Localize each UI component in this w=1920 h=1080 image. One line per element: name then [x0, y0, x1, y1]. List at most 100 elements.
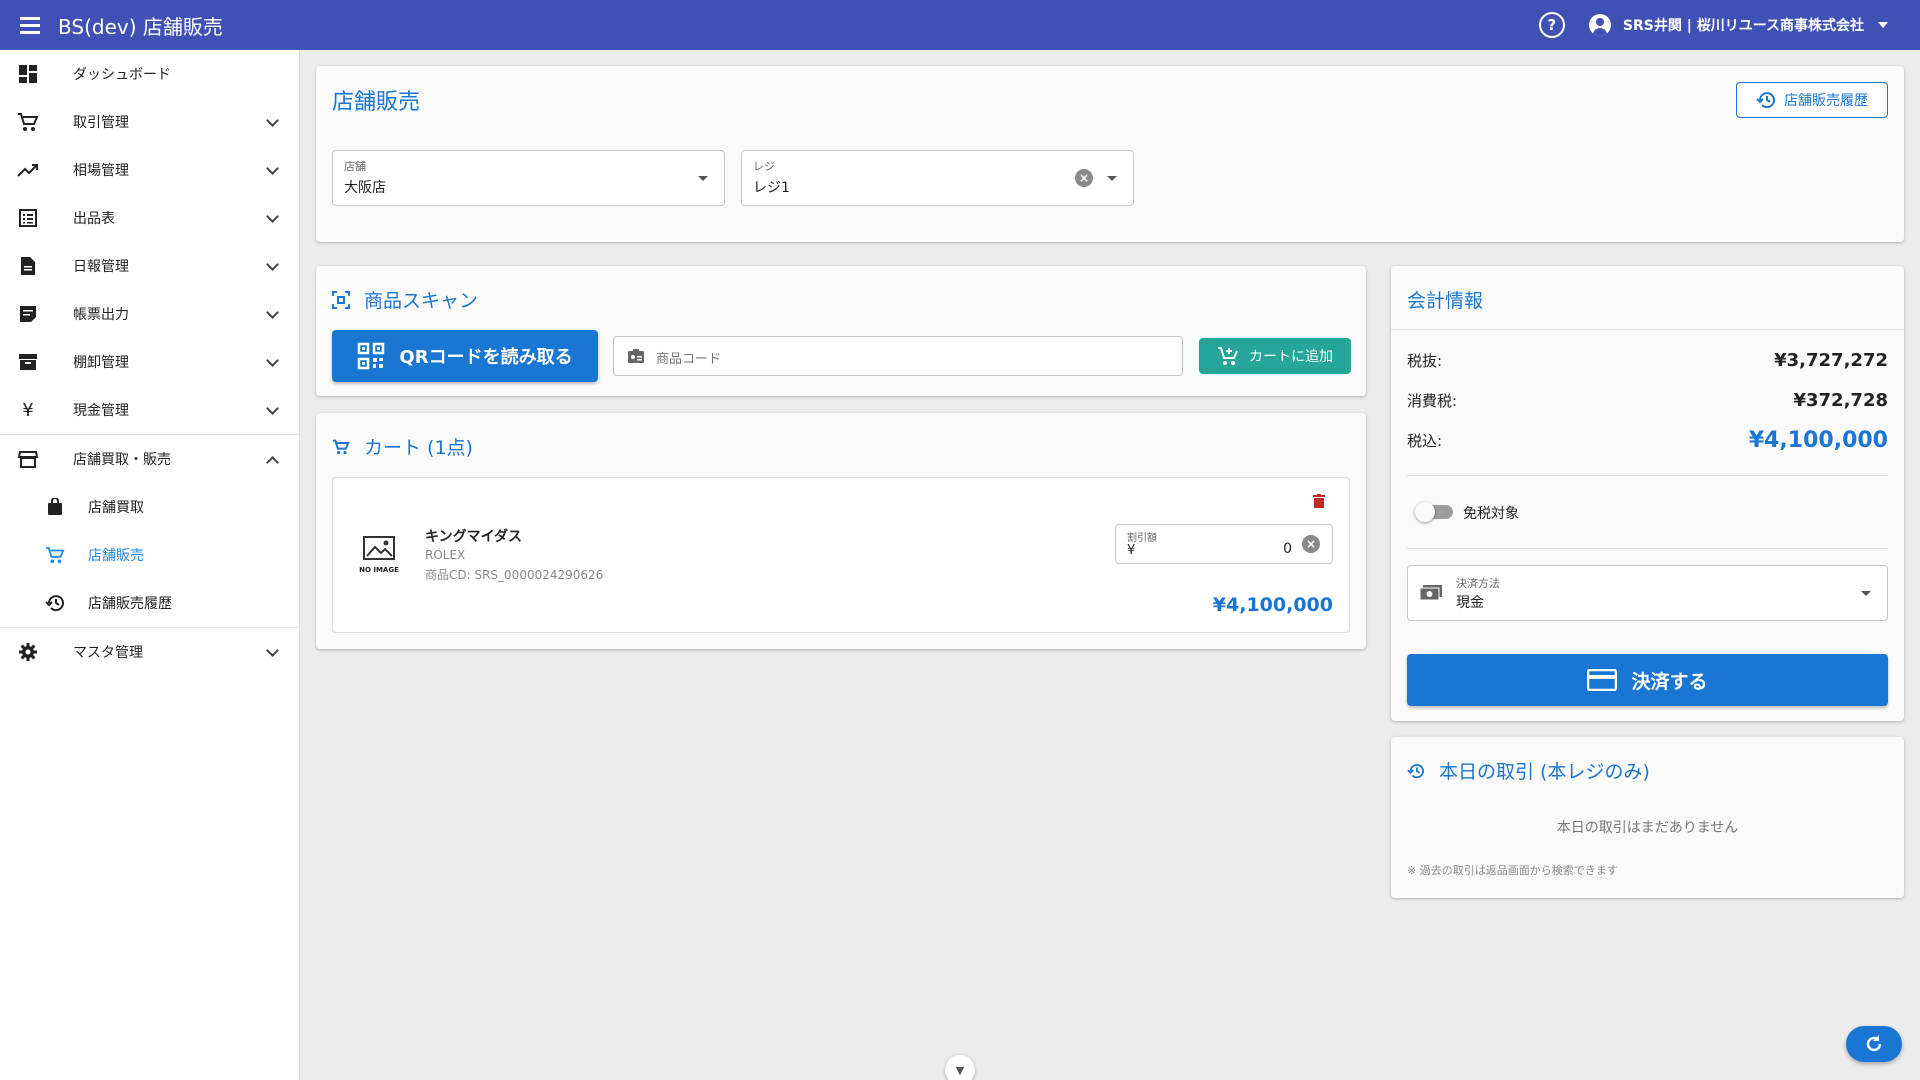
history-icon	[44, 592, 66, 614]
chevron-down-icon	[266, 114, 279, 127]
scan-card: 商品スキャン QRコードを読み取る 商品コード カートに追加	[316, 266, 1366, 396]
user-name[interactable]: SRS井関 | 桜川リユース商事株式会社	[1623, 15, 1864, 35]
scan-title: 商品スキャン	[332, 286, 478, 313]
divider	[1407, 475, 1888, 476]
payment-method-label: 決済方法	[1456, 577, 1500, 590]
cart-title-text: カート (1点)	[364, 437, 473, 459]
discount-label: 割引額	[1127, 533, 1157, 544]
header-card: 店舗販売 店舗販売履歴 店舗 大阪店 レジ レジ1 ×	[316, 66, 1904, 242]
dropdown-caret-icon	[1861, 591, 1871, 596]
dashboard-icon	[17, 63, 39, 85]
image-icon	[355, 536, 403, 564]
tax-free-toggle[interactable]	[1415, 502, 1453, 522]
qr-code-icon	[357, 342, 385, 370]
sidebar-item-label: 日報管理	[73, 259, 129, 275]
store-icon	[17, 448, 39, 470]
sidebar-subitem-sale-history[interactable]: 店舗販売履歴	[0, 579, 299, 627]
qr-read-button[interactable]: QRコードを読み取る	[332, 330, 598, 382]
subtotal-row: 税抜: ¥3,727,272	[1407, 350, 1888, 371]
item-name: キングマイダス	[425, 529, 523, 545]
register-select[interactable]: レジ レジ1 ×	[741, 150, 1134, 206]
add-to-cart-button[interactable]: カートに追加	[1199, 338, 1351, 374]
discount-input[interactable]: 割引額 ¥ 0 ×	[1115, 524, 1333, 564]
refresh-button[interactable]	[1846, 1026, 1902, 1062]
accounting-card: 会計情報 税抜: ¥3,727,272 消費税: ¥372,728 税込: ¥4…	[1391, 266, 1904, 721]
today-title-text: 本日の取引 (本レジのみ)	[1439, 761, 1650, 783]
total-label: 税込:	[1407, 432, 1443, 450]
sidebar-subitem-label: 店舗買取	[88, 500, 144, 516]
sidebar-item-label: 店舗買取・販売	[73, 452, 171, 468]
archive-icon	[17, 351, 39, 373]
sidebar-item-listing[interactable]: 出品表	[0, 194, 299, 242]
delete-icon[interactable]	[1313, 494, 1325, 508]
note-icon	[17, 303, 39, 325]
sidebar-item-label: 現金管理	[73, 403, 129, 419]
pay-button-label: 決済する	[1631, 670, 1708, 693]
cart-title: カート (1点)	[332, 433, 473, 460]
cart-item: NO IMAGE キングマイダス ROLEX 商品CD: SRS_0000024…	[332, 477, 1350, 633]
product-code-input[interactable]: 商品コード	[613, 336, 1183, 376]
menu-icon[interactable]	[16, 11, 44, 39]
document-icon	[17, 255, 39, 277]
list-icon	[17, 207, 39, 229]
refresh-icon	[1864, 1034, 1884, 1054]
payment-method-value: 現金	[1456, 595, 1484, 611]
cash-icon	[1420, 585, 1442, 601]
sidebar-item-cash[interactable]: ¥ 現金管理	[0, 386, 299, 434]
trending-up-icon	[17, 159, 39, 181]
sidebar-subitem-store-buy[interactable]: 店舗買取	[0, 483, 299, 531]
no-image-placeholder: NO IMAGE	[355, 536, 403, 576]
dropdown-caret-icon	[1107, 176, 1117, 181]
account-circle-icon[interactable]	[1588, 14, 1611, 36]
tax-row: 消費税: ¥372,728	[1407, 390, 1888, 411]
pay-button[interactable]: 決済する	[1407, 654, 1888, 706]
sale-history-button-label: 店舗販売履歴	[1784, 93, 1868, 109]
sidebar-item-forms[interactable]: 帳票出力	[0, 290, 299, 338]
product-code-placeholder: 商品コード	[656, 352, 722, 367]
subtotal-label: 税抜:	[1407, 352, 1443, 370]
sidebar-subitem-store-sale[interactable]: 店舗販売	[0, 531, 299, 579]
help-icon[interactable]: ?	[1538, 12, 1565, 38]
sidebar-item-store-trade[interactable]: 店舗買取・販売	[0, 435, 299, 483]
register-select-value: レジ1	[753, 180, 790, 196]
clear-icon[interactable]: ×	[1302, 535, 1320, 553]
discount-currency: ¥	[1127, 543, 1136, 558]
sidebar-subitem-label: 店舗販売履歴	[88, 596, 172, 612]
today-empty-text: 本日の取引はまだありません	[1556, 820, 1739, 836]
clear-icon[interactable]: ×	[1075, 169, 1093, 187]
shopping-bag-icon	[44, 496, 66, 518]
chevron-down-icon	[266, 354, 279, 367]
page-title: 店舗販売	[332, 90, 421, 115]
qr-scan-icon	[332, 290, 350, 309]
tax-free-label: 免税対象	[1463, 506, 1519, 522]
sidebar-item-transactions[interactable]: 取引管理	[0, 98, 299, 146]
item-code: 商品CD: SRS_0000024290626	[425, 568, 604, 582]
gear-icon	[17, 641, 39, 663]
chevron-down-icon	[266, 258, 279, 271]
total-value: ¥4,100,000	[1748, 428, 1888, 453]
cart-icon	[17, 111, 39, 133]
user-menu-caret-icon[interactable]	[1878, 22, 1888, 28]
yen-icon: ¥	[22, 399, 34, 421]
cart-icon	[44, 544, 66, 566]
chevron-down-icon	[266, 162, 279, 175]
sidebar-item-label: ダッシュボード	[73, 67, 171, 83]
sidebar-item-label: 取引管理	[73, 115, 129, 131]
sidebar-item-master[interactable]: マスタ管理	[0, 628, 299, 676]
sale-history-button[interactable]: 店舗販売履歴	[1736, 82, 1888, 118]
payment-method-select[interactable]: 決済方法 現金	[1407, 565, 1888, 621]
add-cart-icon	[1217, 346, 1239, 366]
sidebar-item-dashboard[interactable]: ダッシュボード	[0, 50, 299, 98]
discount-value: 0	[1283, 541, 1292, 557]
scroll-down-button[interactable]: ▼	[945, 1055, 975, 1080]
sidebar-item-daily-report[interactable]: 日報管理	[0, 242, 299, 290]
sidebar-item-label: マスタ管理	[73, 645, 143, 661]
sidebar-item-inventory[interactable]: 棚卸管理	[0, 338, 299, 386]
credit-card-icon	[1587, 669, 1618, 691]
add-to-cart-label: カートに追加	[1249, 349, 1333, 365]
sidebar-item-market[interactable]: 相場管理	[0, 146, 299, 194]
chevron-down-icon	[266, 402, 279, 415]
today-transactions-card: 本日の取引 (本レジのみ) 本日の取引はまだありません ※ 過去の取引は返品画面…	[1391, 737, 1904, 898]
store-select[interactable]: 店舗 大阪店	[332, 150, 725, 206]
accounting-title: 会計情報	[1407, 290, 1484, 312]
